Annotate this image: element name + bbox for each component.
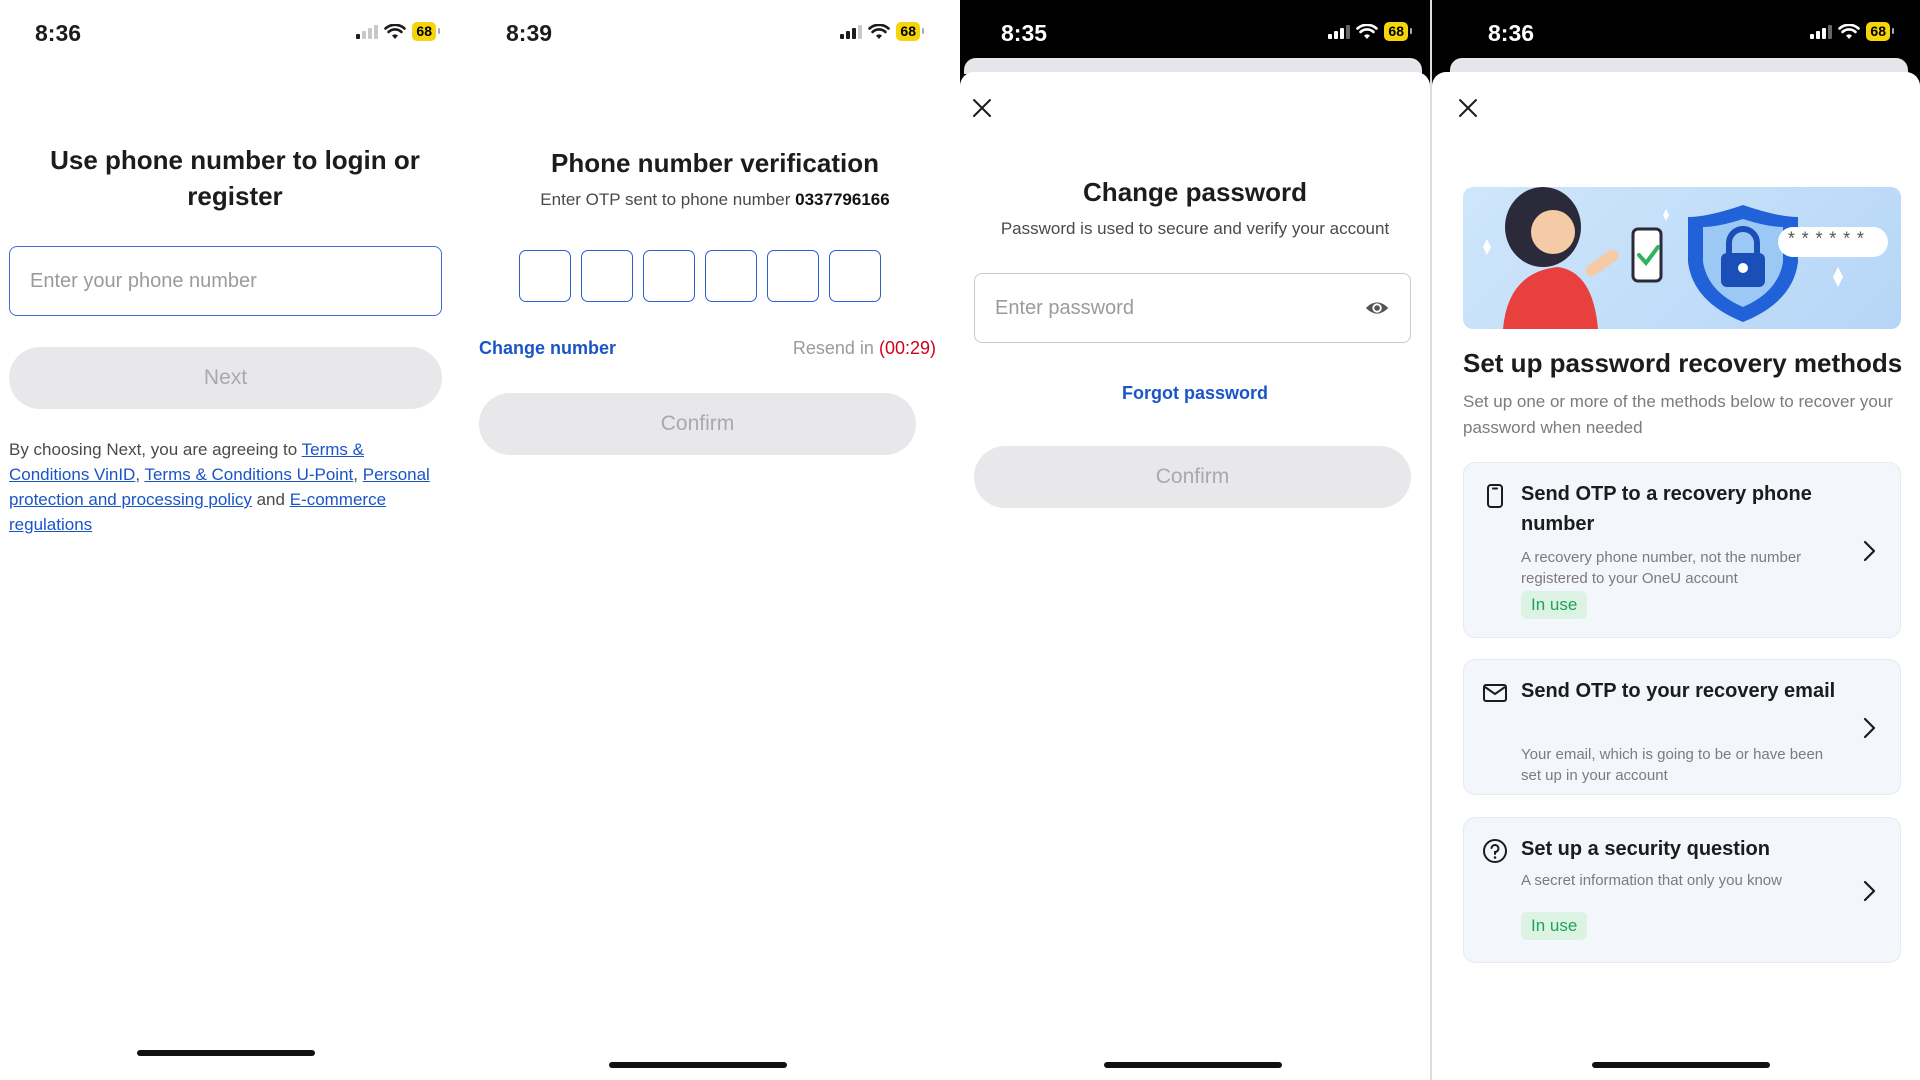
security-question-option[interactable]: Set up a security question A secret info… xyxy=(1463,817,1901,963)
resend-label: Resend in xyxy=(792,338,879,358)
recovery-phone-option[interactable]: Send OTP to a recovery phone number A re… xyxy=(1463,462,1901,638)
password-field[interactable] xyxy=(974,273,1411,343)
signal-icon xyxy=(840,24,863,39)
page-subtitle: Password is used to secure and verify yo… xyxy=(1000,219,1390,238)
in-use-badge: In use xyxy=(1521,591,1588,619)
otp-digit-box[interactable] xyxy=(705,250,757,302)
battery-indicator: 68 xyxy=(412,22,440,41)
recovery-banner-illustration: ****** xyxy=(1463,187,1901,329)
chevron-right-icon xyxy=(1863,880,1876,902)
option-description: A secret information that only you know xyxy=(1521,872,1782,889)
signal-icon xyxy=(356,24,379,39)
otp-digit-box[interactable] xyxy=(829,250,881,302)
wifi-icon xyxy=(1838,23,1861,39)
recovery-methods-screen: 8:36 68 ****** Set up password recovery … xyxy=(1430,0,1920,1080)
signal-icon xyxy=(1328,24,1351,39)
next-button[interactable]: Next xyxy=(9,347,442,409)
eye-icon[interactable] xyxy=(1364,298,1390,318)
chevron-right-icon xyxy=(1863,540,1876,562)
otp-digit-box[interactable] xyxy=(519,250,571,302)
battery-indicator: 68 xyxy=(1866,22,1894,41)
status-bar: 8:39 68 xyxy=(470,0,960,66)
page-title: Change password xyxy=(1083,177,1307,207)
status-bar: 8:36 68 xyxy=(1432,0,1920,66)
close-icon[interactable] xyxy=(970,96,994,120)
confirm-button[interactable]: Confirm xyxy=(479,393,916,455)
otp-verification-screen: 8:39 68 Phone number verification Enter … xyxy=(470,0,960,1080)
phone-number: 0337796166 xyxy=(795,190,890,209)
option-title: Set up a security question xyxy=(1521,838,1770,860)
page-title: Use phone number to login or register xyxy=(50,145,420,211)
option-title: Send OTP to your recovery email xyxy=(1521,680,1836,702)
home-indicator[interactable] xyxy=(1592,1062,1770,1068)
question-icon xyxy=(1483,839,1507,863)
resend-timer: Resend in (00:29) xyxy=(793,338,936,359)
phone-icon xyxy=(1487,484,1503,508)
home-indicator[interactable] xyxy=(609,1062,787,1068)
status-icons: 68 xyxy=(356,22,440,41)
status-icons: 68 xyxy=(1328,22,1412,41)
modal-sheet: Change password Password is used to secu… xyxy=(960,72,1430,1080)
woman-security-illustration xyxy=(1483,187,1888,329)
page-title: Phone number verification xyxy=(551,148,879,178)
status-icons: 68 xyxy=(1810,22,1894,41)
otp-digit-box[interactable] xyxy=(643,250,695,302)
forgot-password-link[interactable]: Forgot password xyxy=(960,383,1430,404)
option-title: Send OTP to a recovery phone number xyxy=(1521,483,1812,535)
page-subtitle: Set up one or more of the methods below … xyxy=(1463,392,1893,437)
and-text: and xyxy=(251,490,290,509)
otp-instruction-text: Enter OTP sent to phone number xyxy=(540,190,796,209)
password-input[interactable] xyxy=(995,296,1364,320)
wifi-icon xyxy=(868,23,891,39)
phone-number-input[interactable] xyxy=(30,269,421,293)
home-indicator[interactable] xyxy=(137,1050,315,1056)
consent-prefix: By choosing Next, you are agreeing to xyxy=(9,440,302,459)
wifi-icon xyxy=(384,23,407,39)
option-description: Your email, which is going to be or have… xyxy=(1521,746,1824,784)
countdown: (00:29) xyxy=(878,338,936,358)
login-screen: 8:36 68 Use phone number to login or reg… xyxy=(0,0,470,1080)
battery-indicator: 68 xyxy=(896,22,924,41)
status-bar: 8:36 68 xyxy=(0,0,470,66)
consent-text: By choosing Next, you are agreeing to Te… xyxy=(9,437,439,537)
otp-digit-box[interactable] xyxy=(767,250,819,302)
status-icons: 68 xyxy=(840,22,924,41)
in-use-badge: In use xyxy=(1521,912,1588,940)
phone-number-field[interactable] xyxy=(9,246,442,316)
close-icon[interactable] xyxy=(1456,96,1480,120)
status-time: 8:36 xyxy=(1488,20,1535,46)
option-description: A recovery phone number, not the number … xyxy=(1521,549,1802,587)
status-time: 8:39 xyxy=(506,20,553,46)
page-title: Set up password recovery methods xyxy=(1463,348,1903,378)
signal-icon xyxy=(1810,24,1833,39)
otp-digit-box[interactable] xyxy=(581,250,633,302)
battery-indicator: 68 xyxy=(1384,22,1412,41)
status-time: 8:35 xyxy=(1001,20,1048,46)
home-indicator[interactable] xyxy=(1104,1062,1282,1068)
separator: , xyxy=(353,465,363,484)
wifi-icon xyxy=(1356,23,1379,39)
status-time: 8:36 xyxy=(35,20,82,46)
status-bar: 8:35 68 xyxy=(960,0,1430,66)
change-number-link[interactable]: Change number xyxy=(479,338,616,359)
confirm-button[interactable]: Confirm xyxy=(974,446,1411,508)
change-password-screen: 8:35 68 Change password Password is used… xyxy=(960,0,1430,1080)
terms-upoint-link[interactable]: Terms & Conditions U-Point xyxy=(144,465,353,484)
recovery-email-option[interactable]: Send OTP to your recovery email Your ema… xyxy=(1463,659,1901,795)
otp-instruction: Enter OTP sent to phone number 033779616… xyxy=(470,190,960,210)
modal-sheet: ****** Set up password recovery methods … xyxy=(1432,72,1920,1080)
banner-password-mask: ****** xyxy=(1786,231,1869,251)
mail-icon xyxy=(1483,684,1507,702)
otp-input-group xyxy=(519,250,881,302)
chevron-right-icon xyxy=(1863,717,1876,739)
